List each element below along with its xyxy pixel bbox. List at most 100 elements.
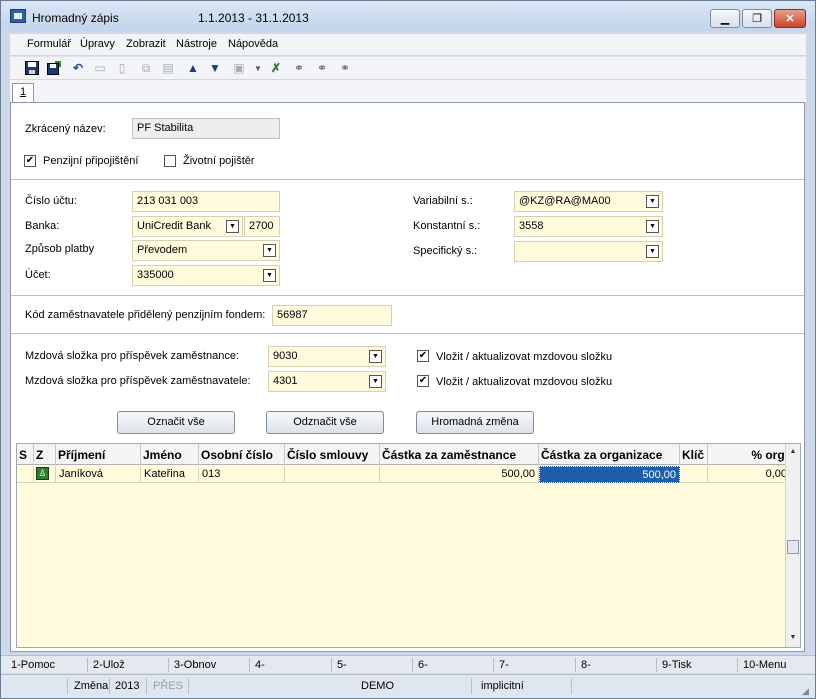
deselect-all-button[interactable]: Odznačit vše xyxy=(266,411,384,434)
status-year: 2013 xyxy=(115,680,140,692)
chevron-down-icon[interactable]: ▼ xyxy=(369,375,382,388)
app-icon xyxy=(10,9,26,23)
bulk-change-button[interactable]: Hromadná změna xyxy=(416,411,534,434)
fkey-2[interactable]: 2-Ulož xyxy=(93,659,125,671)
scroll-down-icon[interactable]: ▼ xyxy=(787,632,799,644)
employee-component-label: Mzdová složka pro příspěvek zaměstnance: xyxy=(25,350,239,362)
scroll-up-icon[interactable]: ▲ xyxy=(787,446,799,458)
specific-symbol-label: Specifický s.: xyxy=(413,245,478,257)
save-icon[interactable] xyxy=(24,60,40,76)
employee-status-icon: ♙ xyxy=(36,467,49,480)
col-organization-amount[interactable]: Částka za organizace xyxy=(539,444,680,465)
cell-employee-amount[interactable]: 500,00 xyxy=(380,466,539,483)
bank-code-field[interactable]: 2700 xyxy=(244,216,280,237)
pension-checkbox[interactable]: ✔ xyxy=(24,155,36,167)
employer-code-field[interactable]: 56987 xyxy=(272,305,392,326)
menu-nastroje[interactable]: Nástroje xyxy=(176,38,217,50)
chevron-down-icon[interactable]: ▼ xyxy=(646,245,659,258)
undo-icon[interactable]: ↶ xyxy=(70,60,86,76)
divider xyxy=(11,295,804,296)
col-org-percent[interactable]: % org. xyxy=(708,444,791,465)
menu-formular[interactable]: Formulář xyxy=(27,38,71,50)
arrow-up-icon[interactable]: ▲ xyxy=(185,60,201,76)
close-icon: ✕ xyxy=(785,13,795,25)
account-field[interactable]: 213 031 003 xyxy=(132,191,280,212)
ucet-select[interactable]: 335000 ▼ xyxy=(132,265,280,286)
restore-button[interactable]: ❐ xyxy=(742,9,772,28)
binoculars-all-icon[interactable]: ⚭ xyxy=(337,60,353,76)
grid-scrollbar[interactable]: ▲ ▼ xyxy=(785,444,800,647)
pension-label: Penzijní připojištění xyxy=(43,155,139,167)
bank-field[interactable]: UniCredit Bank ▼ xyxy=(132,216,243,237)
cell-organization-amount[interactable]: 500,00 xyxy=(539,466,680,483)
cell-personal-number[interactable]: 013 xyxy=(199,466,285,483)
bank-code-value: 2700 xyxy=(249,220,274,232)
cell-surname[interactable]: Janíková xyxy=(56,466,141,483)
menu-zobrazit[interactable]: Zobrazit xyxy=(126,38,166,50)
fkey-6[interactable]: 6- xyxy=(418,659,428,671)
fkey-10[interactable]: 10-Menu xyxy=(743,659,786,671)
constant-symbol-select[interactable]: 3558 ▼ xyxy=(514,216,663,237)
col-name[interactable]: Jméno xyxy=(141,444,199,465)
chevron-down-icon[interactable]: ▼ xyxy=(646,220,659,233)
chevron-down-icon[interactable]: ▼ xyxy=(646,195,659,208)
chevron-down-icon[interactable]: ▼ xyxy=(263,269,276,282)
cell-contract-number[interactable] xyxy=(285,466,380,483)
arrow-down-icon[interactable]: ▼ xyxy=(207,60,223,76)
menu-napoveda[interactable]: Nápověda xyxy=(228,38,278,50)
find-icon[interactable]: ✗ xyxy=(268,60,284,76)
scroll-thumb[interactable] xyxy=(787,540,799,554)
variable-symbol-select[interactable]: @KZ@RA@MA00 ▼ xyxy=(514,191,663,212)
menu-upravy[interactable]: Úpravy xyxy=(80,38,115,50)
fkey-7[interactable]: 7- xyxy=(499,659,509,671)
fkey-9[interactable]: 9-Tisk xyxy=(662,659,692,671)
chevron-down-icon[interactable]: ▼ xyxy=(263,244,276,257)
employer-component-select[interactable]: 4301 ▼ xyxy=(268,371,386,392)
toolbar: ↶ ▭ ▯ ⧉ ▤ ▲ ▼ ▣ ▼ ✗ ⚭ ⚭ ⚭ xyxy=(10,56,806,79)
binoculars-next-icon[interactable]: ⚭ xyxy=(314,60,330,76)
dropdown-arrow-icon[interactable]: ▼ xyxy=(250,60,266,76)
fkey-3[interactable]: 3-Obnov xyxy=(174,659,216,671)
col-contract-number[interactable]: Číslo smlouvy xyxy=(285,444,380,465)
col-surname[interactable]: Příjmení xyxy=(56,444,141,465)
col-employee-amount[interactable]: Částka za zaměstnance xyxy=(380,444,539,465)
status-mode: Změna xyxy=(74,680,109,692)
copy-icon: ⧉ xyxy=(141,60,151,75)
chevron-down-icon[interactable]: ▼ xyxy=(369,350,382,363)
col-personal-number[interactable]: Osobní číslo xyxy=(199,444,285,465)
minimize-button[interactable]: ▁ xyxy=(710,9,740,28)
fkey-5[interactable]: 5- xyxy=(337,659,347,671)
fkey-8[interactable]: 8- xyxy=(581,659,591,671)
life-insurance-checkbox[interactable] xyxy=(164,155,176,167)
col-z[interactable]: Z xyxy=(34,444,56,465)
insert-update-checkbox-2[interactable]: ✔ xyxy=(417,375,429,387)
col-s[interactable]: S xyxy=(17,444,34,465)
status-bar: Změna 2013 PŘES DEMO implicitní ◢ xyxy=(1,674,815,698)
title-bar[interactable]: Hromadný zápis 1.1.2013 - 31.1.2013 ▁ ❐ … xyxy=(1,1,815,31)
bank-value: UniCredit Bank xyxy=(137,220,211,232)
function-key-bar: 1-Pomoc 2-Ulož 3-Obnov 4- 5- 6- 7- 8- 9-… xyxy=(1,655,815,673)
select-all-button[interactable]: Označit vše xyxy=(117,411,235,434)
chevron-down-icon[interactable]: ▼ xyxy=(226,220,239,233)
cell-name[interactable]: Kateřina xyxy=(141,466,199,483)
cell-s[interactable] xyxy=(17,466,34,483)
employee-component-select[interactable]: 9030 ▼ xyxy=(268,346,386,367)
payment-method-select[interactable]: Převodem ▼ xyxy=(132,240,280,261)
cell-key[interactable] xyxy=(680,466,708,483)
employees-grid: S Z Příjmení Jméno Osobní číslo Číslo sm… xyxy=(16,443,801,648)
close-button[interactable]: ✕ xyxy=(774,9,806,28)
fkey-1[interactable]: 1-Pomoc xyxy=(11,659,55,671)
insert-update-checkbox-1[interactable]: ✔ xyxy=(417,350,429,362)
save-close-icon[interactable] xyxy=(46,60,62,76)
cell-z[interactable]: ♙ xyxy=(34,466,56,483)
resize-grip-icon[interactable]: ◢ xyxy=(802,686,812,696)
col-key[interactable]: Klíč xyxy=(680,444,708,465)
fkey-4[interactable]: 4- xyxy=(255,659,265,671)
binoculars-icon[interactable]: ⚭ xyxy=(291,60,307,76)
insert-update-label-2: Vložit / aktualizovat mzdovou složku xyxy=(436,376,613,388)
table-row[interactable]: ♙ Janíková Kateřina 013 500,00 500,00 0,… xyxy=(17,466,791,483)
cell-org-percent[interactable]: 0,00 xyxy=(708,466,791,483)
specific-symbol-select[interactable]: ▼ xyxy=(514,241,663,262)
constant-symbol-label: Konstantní s.: xyxy=(413,220,481,232)
tab-1[interactable]: 1 xyxy=(12,83,34,103)
